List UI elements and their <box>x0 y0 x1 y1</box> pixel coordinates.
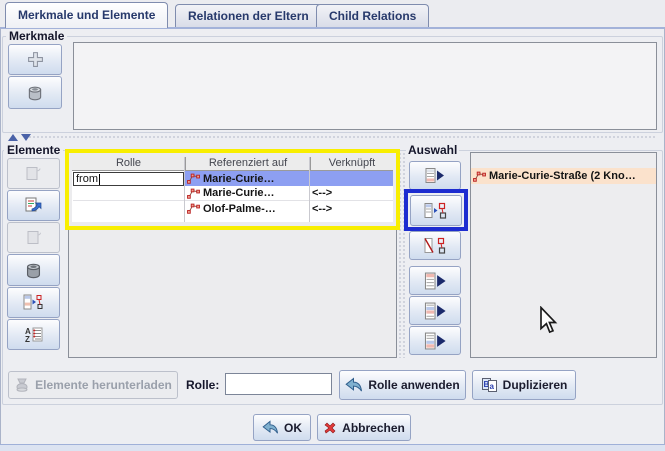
download-members-button[interactable]: Elemente herunterladen <box>8 371 178 399</box>
vertical-splitter[interactable] <box>398 152 405 358</box>
splitter-collapse-down-icon[interactable] <box>21 134 31 141</box>
member-role-cell[interactable] <box>73 186 184 201</box>
slash-graph-icon <box>423 237 447 254</box>
member-ref-cell[interactable]: Olof-Palme-… <box>185 201 310 216</box>
add-selection-at-start-button[interactable] <box>409 161 461 190</box>
selection-row-label: Marie-Curie-Straße (2 Kno… <box>489 170 636 182</box>
cancel-button[interactable]: Abbrechen <box>317 414 411 441</box>
way-icon <box>187 203 200 214</box>
delete-tag-button[interactable] <box>8 76 62 109</box>
role-editor-text: from <box>76 173 98 185</box>
copy-members-button[interactable] <box>7 158 60 189</box>
duplicate-label: Duplizieren <box>503 378 568 392</box>
member-link-cell[interactable]: <--> <box>310 201 393 216</box>
add-selection-at-end-button[interactable] <box>409 326 461 355</box>
document-icon <box>25 230 42 246</box>
selection-table-row[interactable]: Marie-Curie-Straße (2 Kno… <box>471 168 656 184</box>
member-link-cell[interactable] <box>310 171 393 186</box>
splitter-collapse-up-icon[interactable] <box>8 134 18 141</box>
add-selection-at-top-button[interactable] <box>409 266 461 295</box>
ok-label: OK <box>284 421 302 435</box>
text-caret <box>99 174 100 185</box>
ok-arrow-icon <box>262 420 279 435</box>
apply-arrow-icon <box>345 377 363 393</box>
member-ref-label: Marie-Curie… <box>203 187 275 199</box>
relation-editor-dialog: Merkmale und Elemente Relationen der Elt… <box>0 0 665 450</box>
member-link-label: <--> <box>312 203 332 215</box>
merkmale-table <box>73 42 657 130</box>
divider <box>184 157 185 222</box>
horizontal-splitter[interactable] <box>28 135 656 139</box>
member-ref-cell[interactable]: Marie-Curie… <box>185 186 310 201</box>
trash-icon <box>24 261 43 280</box>
table-to-graph-icon <box>23 294 44 311</box>
tab-child-relations[interactable]: Child Relations <box>316 4 429 27</box>
sort-az-icon: AZ <box>24 326 43 343</box>
member-col-verknuepft[interactable]: Verknüpft <box>310 157 393 171</box>
add-selection-before-member-button[interactable] <box>410 195 462 226</box>
list-left-triangle-icon <box>423 302 447 320</box>
member-role-cell[interactable] <box>73 201 184 216</box>
remove-selected-members-button[interactable] <box>409 231 461 260</box>
member-col-rolle[interactable]: Rolle <box>72 157 185 171</box>
member-link-cell[interactable]: <--> <box>310 186 393 201</box>
member-link-label: <--> <box>312 187 332 199</box>
add-tag-button[interactable] <box>8 44 62 75</box>
divider <box>309 157 310 222</box>
svg-text:a: a <box>489 382 494 391</box>
apply-role-label: Rolle anwenden <box>368 378 459 392</box>
way-icon <box>473 171 486 182</box>
tab-relationen-der-eltern[interactable]: Relationen der Eltern <box>175 4 322 27</box>
merkmale-section-label: Merkmale <box>6 29 67 43</box>
member-ref-label: Olof-Palme-… <box>203 203 276 215</box>
paste-members-button[interactable] <box>7 190 60 221</box>
role-cell-editor[interactable]: from <box>73 172 184 186</box>
add-selection-middle-button[interactable] <box>409 296 461 325</box>
apply-role-button[interactable]: Rolle anwenden <box>339 370 466 400</box>
role-label: Rolle: <box>186 378 219 392</box>
role-input[interactable] <box>225 373 332 395</box>
sort-members-button[interactable]: AZ <box>7 319 60 350</box>
duplicate-member-button[interactable] <box>7 222 60 253</box>
duplicate-button[interactable]: Ba Duplizieren <box>472 370 576 400</box>
ok-button[interactable]: OK <box>253 414 311 441</box>
way-icon <box>187 188 200 199</box>
duplicate-icon: Ba <box>481 377 498 393</box>
document-arrow-icon <box>24 197 43 214</box>
select-members-in-map-button[interactable] <box>7 287 60 318</box>
elemente-section-label: Elemente <box>4 143 63 157</box>
tab-merkmale-und-elemente[interactable]: Merkmale und Elemente <box>5 2 168 28</box>
way-icon <box>187 173 200 184</box>
cancel-label: Abbrechen <box>342 421 405 435</box>
member-ref-cell[interactable]: Marie-Curie… <box>185 171 310 186</box>
trash-icon <box>26 84 44 102</box>
auswahl-section-label: Auswahl <box>406 143 459 157</box>
download-members-label: Elemente herunterladen <box>35 378 172 392</box>
list-left-triangle-icon <box>423 332 447 350</box>
svg-text:Z: Z <box>25 335 30 343</box>
download-icon <box>14 377 30 393</box>
document-copy-icon <box>25 166 42 182</box>
list-triangle-graph-icon <box>424 202 448 220</box>
remove-member-button[interactable] <box>7 254 60 286</box>
member-col-referenziert-auf[interactable]: Referenziert auf <box>185 157 310 171</box>
plus-icon <box>27 51 44 68</box>
list-left-triangle-icon <box>424 167 446 184</box>
cancel-x-icon <box>323 421 337 435</box>
list-left-triangle-icon <box>423 272 447 290</box>
member-ref-label: Marie-Curie… <box>203 173 275 185</box>
